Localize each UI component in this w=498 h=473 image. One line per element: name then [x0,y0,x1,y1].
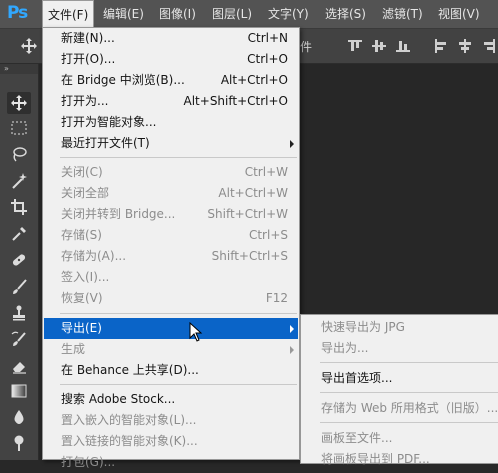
history-brush-icon [11,331,26,346]
dodge-tool-button[interactable] [7,432,31,454]
submenu-item-export-preferences[interactable]: 导出首选项... [302,368,498,389]
menu-view[interactable]: 视图(V) [433,0,485,28]
brush-icon [13,279,27,294]
align-top-icon[interactable] [347,38,363,54]
menu-item-generate[interactable]: 生成 [44,339,298,360]
menu-item-revert[interactable]: 恢复(V) F12 [44,288,298,309]
menu-separator [320,362,498,363]
gradient-tool-button[interactable] [7,380,31,402]
menu-edit[interactable]: 编辑(E) [98,0,149,28]
menu-file[interactable]: 文件(F) [42,0,95,28]
menu-item-place-linked[interactable]: 置入链接的智能对象(K)... [44,431,298,452]
blur-icon [14,410,24,424]
menu-item-open[interactable]: 打开(O)... Ctrl+O [44,49,298,70]
menu-separator [60,313,297,314]
clone-stamp-tool-button[interactable] [7,302,31,324]
options-partial-text: 件 [300,40,313,54]
history-brush-tool-button[interactable] [7,328,31,350]
crop-tool-button[interactable] [7,196,31,218]
submenu-arrow-icon [290,140,294,148]
align-vertical-center-icon[interactable] [371,38,387,54]
healing-brush-tool-button[interactable] [7,249,31,271]
menu-item-close[interactable]: 关闭(C) Ctrl+W [44,162,298,183]
crop-icon [11,199,27,215]
menu-item-export[interactable]: 导出(E) [44,318,298,339]
export-submenu: 快速导出为 JPG 导出为... 导出首选项... 存储为 Web 所用格式（旧… [300,314,498,466]
align-right-icon[interactable] [481,38,497,54]
tools-panel: » [0,64,39,460]
magic-wand-icon [12,173,27,189]
menu-type[interactable]: 文字(Y) [263,0,314,28]
menu-item-share-on-behance[interactable]: 在 Behance 上共享(D)... [44,360,298,381]
menu-item-place-embedded[interactable]: 置入嵌入的智能对象(L)... [44,410,298,431]
lasso-icon [13,147,27,162]
eraser-tool-button[interactable] [7,355,31,377]
eyedropper-tool-button[interactable] [7,223,31,245]
move-tool-icon [11,95,27,111]
eyedropper-icon [12,227,26,241]
lasso-tool-button[interactable] [7,143,31,165]
dodge-icon [14,435,24,451]
align-left-icon[interactable] [433,38,449,54]
magic-wand-tool-button[interactable] [7,170,31,192]
submenu-item-save-for-web-legacy[interactable]: 存储为 Web 所用格式（旧版）... [302,398,498,419]
menu-separator [320,392,498,393]
gradient-icon [11,384,27,398]
menu-item-package[interactable]: 打包(G)... [44,452,298,473]
file-menu-dropdown: 新建(N)... Ctrl+N 打开(O)... Ctrl+O 在 Bridge 中… [42,27,300,469]
photoshop-logo: Ps [7,3,28,23]
menu-filter[interactable]: 滤镜(T) [377,0,428,28]
menu-separator [60,157,297,158]
menu-item-open-as-smart-object[interactable]: 打开为智能对象... [44,112,298,133]
menu-item-close-and-go-to-bridge[interactable]: 关闭并转到 Bridge... Shift+Ctrl+W [44,204,298,225]
eraser-icon [13,362,26,374]
move-tool-button[interactable] [7,92,31,114]
menu-item-open-recent[interactable]: 最近打开文件(T) [44,133,298,154]
menu-image[interactable]: 图像(I) [154,0,201,28]
menu-item-check-in[interactable]: 签入(I)... [44,267,298,288]
submenu-arrow-icon [290,325,294,333]
menu-item-save[interactable]: 存储(S) Ctrl+S [44,225,298,246]
tools-collapse-handle[interactable]: » [0,64,38,74]
menu-item-new[interactable]: 新建(N)... Ctrl+N [44,28,298,49]
brush-tool-button[interactable] [7,276,31,298]
healing-brush-icon [12,254,26,266]
menu-item-browse-in-bridge[interactable]: 在 Bridge 中浏览(B)... Alt+Ctrl+O [44,70,298,91]
menu-item-search-adobe-stock[interactable]: 搜索 Adobe Stock... [44,389,298,410]
menu-separator [320,422,498,423]
menu-separator [60,384,297,385]
rectangular-marquee-icon [11,121,27,135]
mouse-cursor-icon [189,322,203,342]
menu-item-open-as[interactable]: 打开为... Alt+Shift+Ctrl+O [44,91,298,112]
menu-item-save-as[interactable]: 存储为(A)... Shift+Ctrl+S [44,246,298,267]
submenu-item-export-as[interactable]: 导出为... [302,338,498,359]
marquee-tool-button[interactable] [7,117,31,139]
blur-tool-button[interactable] [7,406,31,428]
submenu-item-quick-export-jpg[interactable]: 快速导出为 JPG [302,317,498,338]
align-horizontal-center-icon[interactable] [457,38,473,54]
menu-bar: Ps 文件(F) 编辑(E) 图像(I) 图层(L) 文字(Y) 选择(S) 滤… [0,0,498,29]
menu-item-close-all[interactable]: 关闭全部 Alt+Ctrl+W [44,183,298,204]
align-bottom-icon[interactable] [395,38,411,54]
clone-stamp-icon [13,305,25,321]
menu-layer[interactable]: 图层(L) [207,0,257,28]
submenu-item-artboards-to-files[interactable]: 画板至文件... [302,428,498,449]
menu-select[interactable]: 选择(S) [320,0,371,28]
submenu-arrow-icon [290,346,294,354]
move-tool-icon[interactable] [20,37,38,55]
